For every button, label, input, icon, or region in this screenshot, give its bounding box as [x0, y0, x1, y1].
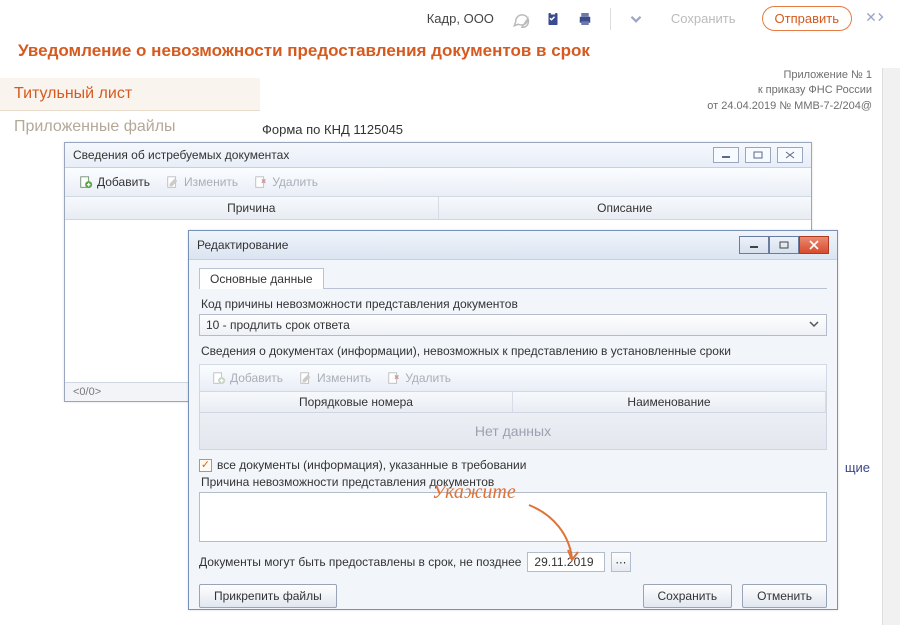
appendix-info: Приложение № 1 к приказу ФНС России от 2…: [707, 68, 872, 114]
add-button: Добавить: [206, 369, 289, 387]
maximize-icon[interactable]: [769, 236, 799, 254]
bg-fragment: щие: [845, 460, 870, 475]
checkbox-checked-icon[interactable]: ✓: [199, 459, 212, 472]
minimize-icon[interactable]: [739, 236, 769, 254]
date-label: Документы могут быть предоставлены в сро…: [199, 555, 521, 569]
edit-button: Изменить: [293, 369, 377, 387]
company-name: Кадр, ООО: [427, 11, 494, 26]
edit-subtoolbar: Добавить Изменить Удалить: [199, 364, 827, 392]
appendix-line: Приложение № 1: [707, 68, 872, 83]
date-row: Документы могут быть предоставлены в сро…: [199, 552, 827, 572]
edit-window: Редактирование Основные данные Код причи…: [188, 230, 838, 610]
reason-label: Причина невозможности представления доку…: [201, 475, 825, 489]
reason-code-select[interactable]: 10 - продлить срок ответа: [199, 314, 827, 336]
add-button[interactable]: Добавить: [73, 173, 156, 191]
tab-attached-files[interactable]: Приложенные файлы: [0, 111, 260, 143]
date-picker-button[interactable]: ⋯: [611, 552, 631, 572]
scrollbar[interactable]: [882, 68, 900, 625]
send-button[interactable]: Отправить: [762, 6, 852, 31]
col-reason[interactable]: Причина: [65, 197, 439, 219]
add-label: Добавить: [97, 175, 150, 189]
edit-tabs: Основные данные: [199, 268, 827, 289]
all-docs-checkbox-row[interactable]: ✓ все документы (информация), указанные …: [199, 458, 827, 472]
dialog-buttons: Прикрепить файлы Сохранить Отменить: [199, 584, 827, 608]
tab-title-page[interactable]: Титульный лист: [0, 78, 260, 111]
page-title: Уведомление о невозможности предоставлен…: [0, 35, 900, 71]
close-icon[interactable]: [799, 236, 829, 254]
select-value: 10 - продлить срок ответа: [206, 318, 350, 332]
save-button: Сохранить: [659, 7, 748, 30]
add-label: Добавить: [230, 371, 283, 385]
delete-label: Удалить: [272, 175, 318, 189]
edit-label: Изменить: [317, 371, 371, 385]
attach-files-button[interactable]: Прикрепить файлы: [199, 584, 337, 608]
save-button[interactable]: Сохранить: [643, 584, 733, 608]
col-description[interactable]: Описание: [439, 197, 812, 219]
maximize-icon[interactable]: [745, 147, 771, 163]
docs-toolbar: Добавить Изменить Удалить: [65, 168, 811, 197]
delete-label: Удалить: [405, 371, 451, 385]
close-icon[interactable]: [866, 10, 886, 28]
delete-button: Удалить: [381, 369, 457, 387]
appendix-line: к приказу ФНС России: [707, 83, 872, 98]
sidebar: Титульный лист Приложенные файлы: [0, 78, 260, 143]
tab-main-data[interactable]: Основные данные: [199, 268, 324, 289]
form-knd: Форма по КНД 1125045: [262, 122, 403, 137]
date-input[interactable]: 29.11.2019: [527, 552, 605, 572]
edit-grid-body: Нет данных: [199, 413, 827, 450]
window-title: Сведения об истребуемых документах: [73, 148, 289, 162]
chevron-down-icon[interactable]: [627, 10, 645, 28]
edit-button: Изменить: [160, 173, 244, 191]
edit-grid-header: Порядковые номера Наименование: [199, 392, 827, 413]
col-name[interactable]: Наименование: [513, 392, 826, 412]
chat-icon[interactable]: [512, 10, 530, 28]
close-icon[interactable]: [777, 147, 803, 163]
minimize-icon[interactable]: [713, 147, 739, 163]
appendix-line: от 24.04.2019 № ММВ-7-2/204@: [707, 99, 872, 114]
window-titlebar: Редактирование: [189, 231, 837, 260]
docs-info-label: Сведения о документах (информации), нево…: [201, 344, 825, 358]
divider: [610, 8, 611, 30]
clipboard-icon[interactable]: [544, 10, 562, 28]
chevron-down-icon: [808, 318, 820, 332]
top-toolbar: Кадр, ООО Сохранить Отправить: [0, 0, 900, 35]
code-label: Код причины невозможности представления …: [201, 297, 825, 311]
print-icon[interactable]: [576, 10, 594, 28]
docs-grid-header: Причина Описание: [65, 197, 811, 220]
window-titlebar: Сведения об истребуемых документах: [65, 143, 811, 168]
cancel-button[interactable]: Отменить: [742, 584, 827, 608]
window-title: Редактирование: [197, 238, 288, 252]
delete-button: Удалить: [248, 173, 324, 191]
edit-label: Изменить: [184, 175, 238, 189]
checkbox-label: все документы (информация), указанные в …: [217, 458, 526, 472]
reason-textarea[interactable]: [199, 492, 827, 542]
col-numbers[interactable]: Порядковые номера: [200, 392, 513, 412]
